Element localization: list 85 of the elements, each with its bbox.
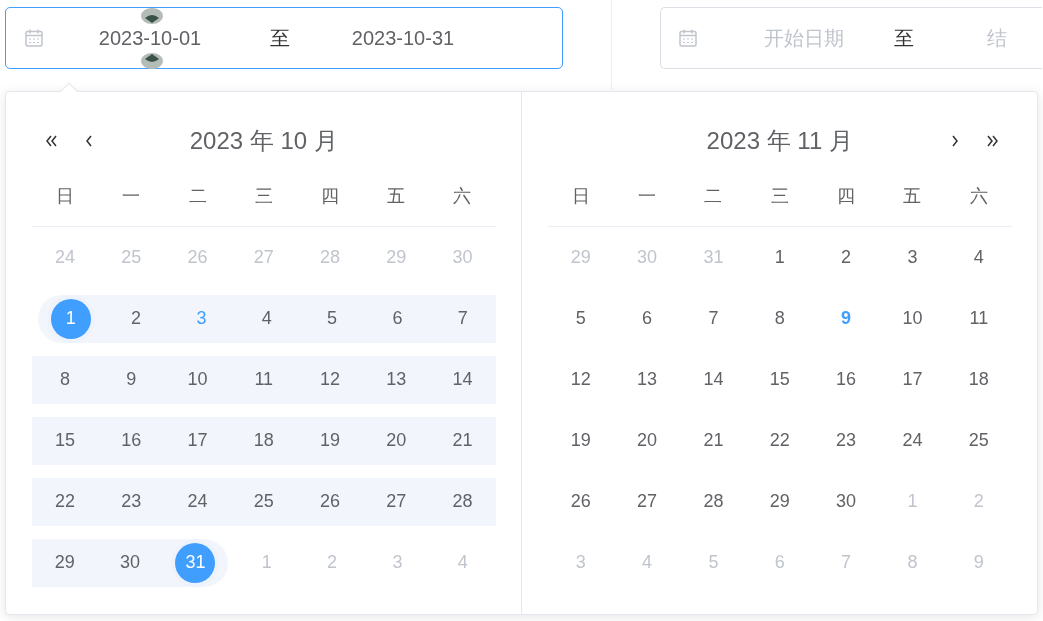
date-cell[interactable]: 18 (230, 416, 297, 465)
range-separator: 至 (894, 25, 914, 51)
date-range-input[interactable]: 2023-10-01 至 2023-10-31 (5, 7, 563, 69)
month-title: 2023 年 11 月 (706, 126, 853, 156)
date-cell[interactable]: 9 (98, 355, 165, 404)
start-date-field[interactable]: 开始日期 (714, 23, 894, 53)
date-cell[interactable]: 29 (32, 538, 98, 587)
date-cell[interactable]: 4 (945, 233, 1012, 282)
weekday-label: 四 (836, 185, 857, 208)
date-cell[interactable]: 27 (613, 477, 681, 526)
date-cell[interactable]: 7 (680, 294, 747, 343)
date-cell[interactable]: 10 (879, 294, 946, 343)
date-cell[interactable]: 8 (32, 355, 99, 404)
date-cell[interactable]: 24 (879, 416, 946, 465)
range-separator: 至 (269, 25, 291, 51)
date-cell[interactable]: 13 (363, 355, 430, 404)
date-cell[interactable]: 5 (299, 294, 365, 343)
date-cell[interactable]: 17 (879, 355, 946, 404)
start-date-field[interactable]: 2023-10-01 (60, 23, 240, 53)
selection-handle-icon[interactable] (141, 53, 163, 69)
date-cell[interactable]: 15 (32, 416, 99, 465)
calendar-icon (678, 28, 698, 48)
weekday-label: 二 (187, 185, 208, 208)
date-cell[interactable]: 16 (98, 416, 165, 465)
date-cell[interactable]: 7 (430, 294, 496, 343)
date-cell[interactable]: 11 (230, 355, 297, 404)
date-cell[interactable]: 21 (680, 416, 747, 465)
weekday-label: 五 (902, 185, 923, 208)
date-cell[interactable]: 16 (812, 355, 880, 404)
date-cell[interactable]: 23 (98, 477, 165, 526)
weekday-label: 六 (452, 185, 473, 208)
weekday-label: 一 (637, 185, 658, 208)
date-cell[interactable]: 29 (746, 477, 813, 526)
weekday-label: 日 (55, 185, 76, 208)
date-cell[interactable]: 22 (746, 416, 813, 465)
end-date-field[interactable]: 结 (914, 23, 1043, 53)
date-cell[interactable]: 12 (296, 355, 364, 404)
date-cell[interactable]: 1 (746, 233, 813, 282)
date-cell[interactable]: 28 (680, 477, 747, 526)
date-cell[interactable]: 6 (364, 294, 431, 343)
date-cell[interactable]: 2 (103, 294, 169, 343)
date-cell[interactable]: 25 (230, 477, 297, 526)
date-cell[interactable]: 30 (97, 538, 163, 587)
date-cell[interactable]: 12 (547, 355, 614, 404)
date-cell[interactable]: 10 (164, 355, 231, 404)
date-cell[interactable]: 22 (32, 477, 99, 526)
weekday-label: 二 (703, 185, 724, 208)
date-cell[interactable]: 15 (746, 355, 813, 404)
date-cell[interactable]: 30 (812, 477, 880, 526)
date-cell[interactable]: 8 (746, 294, 813, 343)
date-cell[interactable]: 19 (547, 416, 614, 465)
date-cell[interactable]: 17 (164, 416, 231, 465)
selection-handle-icon[interactable] (141, 8, 163, 24)
weekday-label: 三 (253, 185, 274, 208)
date-cell[interactable]: 20 (363, 416, 430, 465)
date-cell[interactable]: 26 (296, 477, 364, 526)
weekday-label: 四 (320, 185, 340, 208)
weekday-label: 三 (769, 185, 790, 208)
date-cell[interactable]: 18 (945, 355, 1012, 404)
date-cell[interactable]: 4 (234, 294, 300, 343)
weekday-label: 一 (121, 185, 142, 208)
date-cell[interactable]: 19 (296, 416, 364, 465)
date-cell[interactable]: 20 (613, 416, 681, 465)
date-cell[interactable]: 13 (613, 355, 681, 404)
date-cell[interactable]: 25 (945, 416, 1012, 465)
date-cell[interactable]: 24 (164, 477, 231, 526)
weekday-label: 五 (386, 185, 407, 208)
date-range-input[interactable]: 开始日期 至 结 (660, 7, 1042, 69)
date-cell[interactable]: 14 (429, 355, 496, 404)
date-cell[interactable]: 6 (613, 294, 681, 343)
date-cell[interactable]: 28 (429, 477, 496, 526)
date-cell[interactable]: 2 (812, 233, 880, 282)
date-cell[interactable]: 26 (547, 477, 614, 526)
weekday-label: 六 (968, 185, 989, 208)
calendar-icon (24, 28, 44, 48)
date-cell[interactable]: 11 (945, 294, 1012, 343)
end-date-field[interactable]: 2023-10-31 (320, 23, 486, 53)
date-cell[interactable]: 14 (680, 355, 747, 404)
date-cell[interactable]: 23 (812, 416, 880, 465)
weekday-label: 日 (570, 185, 591, 208)
month-title: 2023 年 10 月 (189, 126, 338, 156)
date-cell[interactable]: 3 (879, 233, 946, 282)
date-cell[interactable]: 5 (547, 294, 614, 343)
date-cell[interactable]: 21 (429, 416, 496, 465)
date-cell[interactable]: 27 (363, 477, 430, 526)
